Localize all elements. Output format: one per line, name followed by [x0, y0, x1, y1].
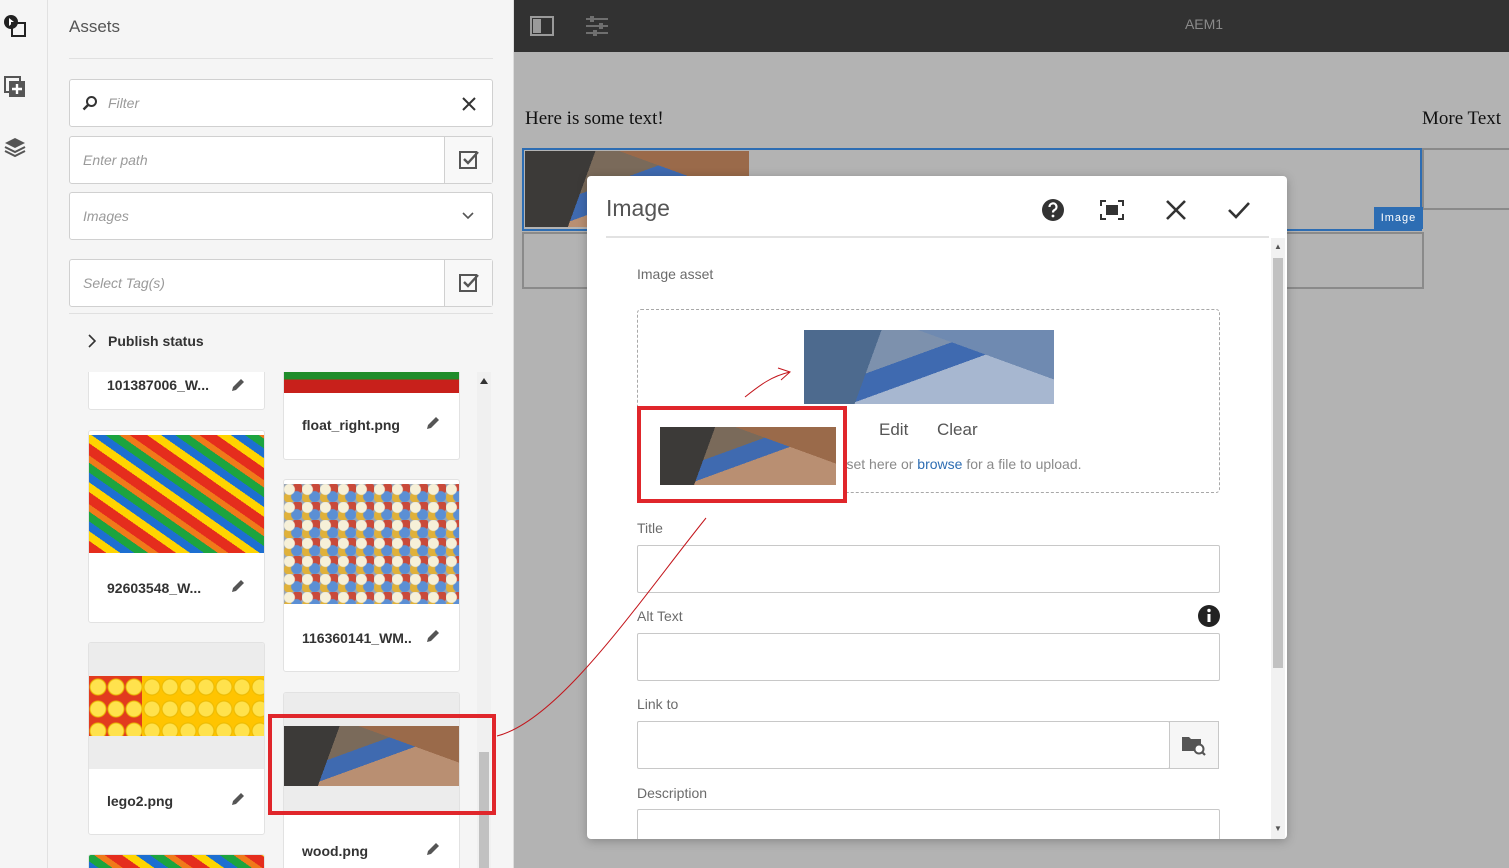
- close-icon[interactable]: [462, 97, 476, 111]
- help-button[interactable]: [1035, 192, 1071, 228]
- chevron-down-icon: [462, 212, 474, 220]
- asset-type-value: Images: [83, 208, 129, 224]
- edit-image-button[interactable]: Edit: [879, 420, 908, 440]
- title-input[interactable]: [637, 545, 1220, 593]
- edit-icon[interactable]: [230, 578, 246, 594]
- link-to-input[interactable]: [637, 721, 1170, 769]
- info-icon[interactable]: [1197, 604, 1221, 628]
- link-to-label: Link to: [637, 696, 679, 712]
- asset-name: 92603548_W...: [107, 580, 202, 596]
- asset-thumbnail: [284, 372, 459, 393]
- page-title: AEM1: [1184, 16, 1224, 32]
- tags-field[interactable]: Select Tag(s): [69, 259, 493, 307]
- scroll-up-icon[interactable]: ▲: [1274, 242, 1282, 251]
- asset-thumbnail-frame: [89, 643, 264, 769]
- dialog-header-divider: [606, 236, 1269, 238]
- chevron-right-icon: [88, 334, 96, 348]
- asset-name: wood.png: [302, 843, 369, 859]
- image-dialog: Image Image asset Drop an asset here or …: [587, 176, 1287, 839]
- asset-thumbnail: [89, 435, 264, 553]
- search-icon: [82, 96, 97, 111]
- scroll-up-icon[interactable]: [480, 378, 488, 384]
- checkmark-icon: [1228, 202, 1250, 219]
- fullscreen-button[interactable]: [1094, 192, 1130, 228]
- asset-name: 116360141_WM..: [302, 630, 412, 646]
- image-preview: [804, 330, 1054, 404]
- dialog-title: Image: [606, 195, 670, 221]
- filter-placeholder: Filter: [108, 95, 140, 111]
- done-button[interactable]: [1221, 192, 1257, 228]
- left-rail: [0, 0, 48, 868]
- alt-text-input[interactable]: [637, 633, 1220, 681]
- description-input[interactable]: [637, 809, 1220, 839]
- publish-status-label: Publish status: [108, 333, 204, 349]
- asset-card[interactable]: 92603548_W...: [88, 430, 265, 623]
- asset-thumbnail: [284, 484, 459, 604]
- edit-icon[interactable]: [425, 415, 441, 431]
- asset-card[interactable]: [88, 854, 265, 868]
- editor-toolbar: AEM1: [514, 0, 1509, 52]
- components-icon[interactable]: [2, 74, 28, 100]
- path-placeholder: Enter path: [83, 152, 148, 168]
- component-badge: Image: [1374, 207, 1423, 229]
- edit-icon[interactable]: [425, 628, 441, 644]
- asset-name: float_right.png: [302, 417, 400, 433]
- path-picker-button[interactable]: [444, 137, 492, 183]
- edit-icon[interactable]: [230, 791, 246, 807]
- cancel-button[interactable]: [1158, 192, 1194, 228]
- component-outline[interactable]: [1422, 148, 1509, 210]
- close-icon: [1166, 200, 1186, 220]
- scroll-down-icon[interactable]: ▼: [1274, 824, 1282, 833]
- asset-name: 101387006_W...: [107, 377, 209, 393]
- dragged-image-preview: [660, 427, 836, 485]
- publish-status-toggle[interactable]: Publish status: [88, 333, 204, 349]
- alt-text-label: Alt Text: [637, 608, 683, 624]
- browse-link[interactable]: browse: [917, 456, 962, 472]
- annotation-source-box: [268, 714, 496, 815]
- asset-name: lego2.png: [107, 793, 174, 809]
- clear-image-button[interactable]: Clear: [937, 420, 978, 440]
- title-label: Title: [637, 520, 663, 536]
- asset-card[interactable]: 116360141_WM..: [283, 479, 460, 672]
- divider: [69, 313, 493, 314]
- path-browser-button[interactable]: [1169, 721, 1219, 769]
- assets-finder-icon[interactable]: [2, 13, 28, 39]
- asset-card[interactable]: float_right.png: [283, 372, 460, 460]
- annotation-target-box: [637, 406, 847, 503]
- dropzone-hint-suffix: for a file to upload.: [962, 456, 1082, 472]
- checkbox-icon: [458, 274, 479, 292]
- tags-placeholder: Select Tag(s): [83, 275, 165, 291]
- folder-search-icon: [1182, 737, 1206, 756]
- divider: [69, 58, 493, 59]
- edit-icon[interactable]: [230, 377, 246, 393]
- dialog-scrollbar[interactable]: ▲ ▼: [1271, 238, 1285, 839]
- asset-type-select[interactable]: Images: [69, 192, 493, 240]
- asset-card[interactable]: 101387006_W...: [88, 372, 265, 410]
- filter-field[interactable]: Filter: [69, 79, 493, 127]
- fullscreen-icon: [1100, 200, 1124, 220]
- path-field[interactable]: Enter path: [69, 136, 493, 184]
- content-tree-icon[interactable]: [2, 134, 28, 160]
- description-label: Description: [637, 785, 708, 801]
- panel-title: Assets: [69, 17, 121, 36]
- asset-card[interactable]: lego2.png: [88, 642, 265, 835]
- tags-picker-button[interactable]: [444, 260, 492, 306]
- image-asset-label: Image asset: [637, 266, 714, 282]
- page-text-right[interactable]: More Text: [1422, 108, 1501, 130]
- help-icon: [1042, 199, 1064, 221]
- page-text-left[interactable]: Here is some text!: [525, 108, 664, 130]
- edit-icon[interactable]: [425, 841, 441, 857]
- checkbox-icon: [458, 151, 479, 169]
- scrollbar-thumb[interactable]: [1273, 258, 1283, 668]
